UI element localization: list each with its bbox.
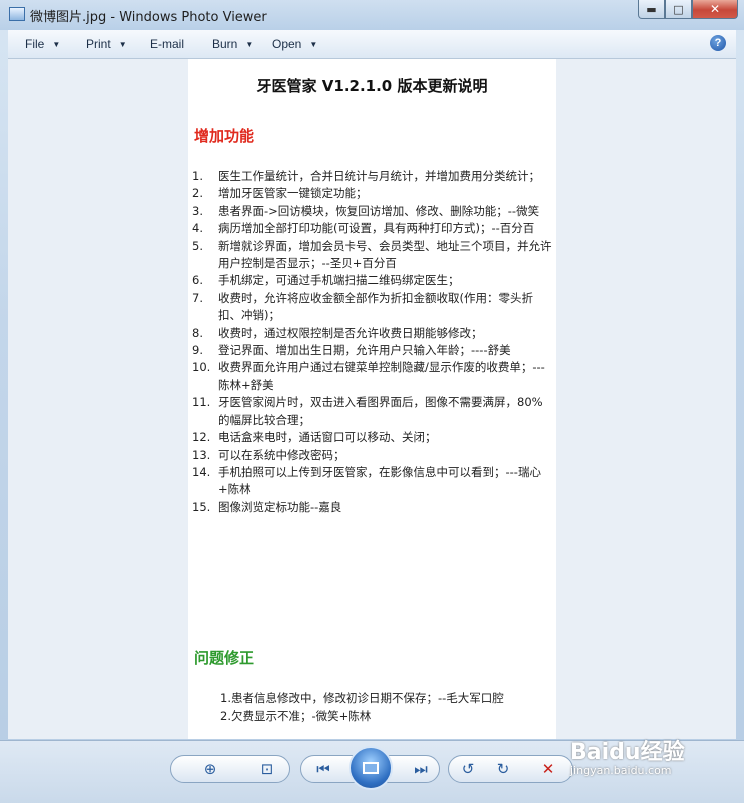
delete-icon[interactable]: ✕	[537, 758, 559, 780]
photo-viewer-app-icon	[9, 7, 25, 21]
actual-size-icon[interactable]: ⊡	[256, 758, 278, 780]
help-icon[interactable]: ?	[710, 35, 726, 51]
feature-number: 6.	[192, 273, 203, 288]
window-title: 微博图片.jpg - Windows Photo Viewer	[30, 10, 267, 25]
feature-item: 2. 增加牙医管家一键锁定功能；	[192, 185, 554, 202]
watermark-logo: Baidu经验	[570, 740, 685, 765]
feature-item: 15. 图像浏览定标功能--嘉良	[192, 499, 554, 516]
photo-viewer-window: 微博图片.jpg - Windows Photo Viewer ▬ □ ✕ Fi…	[0, 0, 744, 803]
previous-icon[interactable]: ⏮	[312, 758, 334, 780]
email-button[interactable]: E-mail	[150, 37, 184, 51]
features-heading: 增加功能	[194, 127, 255, 145]
feature-item: 14. 手机拍照可以上传到牙医管家，在影像信息中可以看到；---瑞心+陈林	[192, 464, 554, 499]
fixes-heading: 问题修正	[194, 649, 255, 667]
feature-text: 手机绑定，可通过手机端扫描二维码绑定医生；	[218, 273, 460, 288]
feature-text: 收费时，通过权限控制是否允许收费日期能够修改；	[218, 325, 483, 340]
feature-text: 牙医管家阅片时，双击进入看图界面后，图像不需要满屏，80%的幅屏比较合理；	[218, 395, 543, 427]
feature-number: 10.	[192, 360, 211, 375]
close-button[interactable]: ✕	[692, 0, 738, 19]
feature-text: 电话盒来电时，通话窗口可以移动、关闭；	[218, 430, 437, 445]
watermark-url: jingyan.baidu.com	[570, 764, 672, 777]
title-bar[interactable]: 微博图片.jpg - Windows Photo Viewer ▬ □ ✕	[0, 0, 744, 30]
feature-text: 病历增加全部打印功能(可设置，具有两种打印方式)；--百分百	[218, 221, 535, 236]
displayed-image: 牙医管家 V1.2.1.0 版本更新说明 增加功能 1. 医生工作量统计，合并日统…	[188, 59, 556, 739]
feature-text: 收费界面允许用户通过右键菜单控制隐藏/显示作废的收费单；---陈林+舒美	[218, 360, 545, 392]
feature-number: 5.	[192, 238, 203, 253]
feature-item: 10. 收费界面允许用户通过右键菜单控制隐藏/显示作废的收费单；---陈林+舒美	[192, 359, 554, 394]
feature-list: 1. 医生工作量统计，合并日统计与月统计，并增加费用分类统计； 2. 增加牙医管家一键…	[192, 168, 554, 516]
feature-text: 手机拍照可以上传到牙医管家，在影像信息中可以看到；---瑞心+陈林	[218, 464, 541, 497]
feature-number: 7.	[192, 290, 203, 305]
feature-item: 3. 患者界面->回访模块，恢复回访增加、修改、删除功能；--微笑	[192, 203, 554, 220]
burn-menu[interactable]: Burn ▼	[212, 37, 253, 51]
fix-item: 2.欠费显示不准；-微笑+陈林	[220, 709, 372, 723]
feature-item: 9. 登记界面、增加出生日期，允许用户只输入年龄；----舒美	[192, 342, 554, 359]
feature-number: 15.	[192, 499, 211, 514]
feature-item: 12. 电话盒来电时，通话窗口可以移动、关闭；	[192, 429, 554, 446]
feature-number: 3.	[192, 203, 203, 218]
next-icon[interactable]: ⏭	[410, 758, 432, 780]
print-menu-label: Print	[86, 37, 111, 51]
chevron-down-icon: ▼	[52, 40, 61, 49]
print-menu[interactable]: Print ▼	[86, 37, 127, 51]
document-title: 牙医管家 V1.2.1.0 版本更新说明	[256, 77, 488, 95]
baidu-watermark: Baidu经验 jingyan.baidu.com	[570, 734, 685, 777]
feature-number: 9.	[192, 343, 203, 358]
feature-number: 14.	[192, 464, 211, 479]
feature-item: 5. 新增就诊界面，增加会员卡号、会员类型、地址三个项目，并允许用户控制是否显示；…	[192, 238, 554, 273]
slideshow-icon	[363, 762, 379, 774]
feature-item: 1. 医生工作量统计，合并日统计与月统计，并增加费用分类统计；	[192, 168, 554, 185]
rotate-counterclockwise-icon[interactable]: ↺	[457, 758, 479, 780]
zoom-icon[interactable]: ⊕	[199, 758, 221, 780]
file-menu[interactable]: File ▼	[25, 37, 60, 51]
feature-text: 可以在系统中修改密码；	[218, 447, 345, 462]
command-bar: File ▼ Print ▼ E-mail Burn ▼ Open ▼ ?	[8, 30, 736, 59]
feature-item: 8. 收费时，通过权限控制是否允许收费日期能够修改；	[192, 325, 554, 342]
feature-text: 收费时，允许将应收金额全部作为折扣金额收取(作用：零头折扣、冲销)；	[218, 290, 533, 323]
file-menu-label: File	[25, 37, 45, 51]
fix-list: 1.患者信息修改中，修改初诊日期不保存；--毛大军口腔 2.欠费显示不准；-微笑+…	[220, 689, 556, 725]
feature-item: 11. 牙医管家阅片时，双击进入看图界面后，图像不需要满屏，80%的幅屏比较合理；	[192, 394, 554, 429]
feature-item: 4. 病历增加全部打印功能(可设置，具有两种打印方式)；--百分百	[192, 220, 554, 237]
feature-text: 图像浏览定标功能--嘉良	[218, 499, 342, 514]
feature-text: 患者界面->回访模块，恢复回访增加、修改、删除功能；--微笑	[218, 203, 540, 218]
open-menu[interactable]: Open ▼	[272, 37, 317, 51]
feature-number: 2.	[192, 186, 203, 201]
feature-number: 11.	[192, 395, 211, 410]
feature-number: 8.	[192, 325, 203, 340]
feature-number: 13.	[192, 447, 211, 462]
chevron-down-icon: ▼	[245, 40, 254, 49]
feature-item: 13. 可以在系统中修改密码；	[192, 447, 554, 464]
feature-item: 6. 手机绑定，可通过手机端扫描二维码绑定医生；	[192, 272, 554, 289]
feature-number: 4.	[192, 221, 203, 236]
feature-number: 1.	[192, 169, 203, 183]
slideshow-button[interactable]	[349, 746, 393, 790]
burn-menu-label: Burn	[212, 37, 238, 51]
chevron-down-icon: ▼	[309, 40, 318, 49]
feature-number: 12.	[192, 430, 211, 445]
chevron-down-icon: ▼	[118, 40, 127, 49]
image-viewport[interactable]: 牙医管家 V1.2.1.0 版本更新说明 增加功能 1. 医生工作量统计，合并日统…	[8, 59, 736, 739]
maximize-button[interactable]: □	[665, 0, 692, 19]
open-menu-label: Open	[272, 37, 302, 51]
feature-text: 增加牙医管家一键锁定功能；	[218, 186, 368, 201]
feature-item: 7. 收费时，允许将应收金额全部作为折扣金额收取(作用：零头折扣、冲销)；	[192, 290, 554, 325]
rotate-clockwise-icon[interactable]: ↻	[492, 758, 514, 780]
feature-text: 医生工作量统计，合并日统计与月统计，并增加费用分类统计；	[218, 169, 540, 183]
window-controls: ▬ □ ✕	[638, 0, 738, 20]
fix-item: 1.患者信息修改中，修改初诊日期不保存；--毛大军口腔	[220, 691, 504, 705]
email-label: E-mail	[150, 37, 185, 51]
feature-text: 新增就诊界面，增加会员卡号、会员类型、地址三个项目，并允许用户控制是否显示；--…	[218, 238, 552, 271]
minimize-button[interactable]: ▬	[638, 0, 665, 19]
feature-text: 登记界面、增加出生日期，允许用户只输入年龄；----舒美	[218, 343, 511, 358]
